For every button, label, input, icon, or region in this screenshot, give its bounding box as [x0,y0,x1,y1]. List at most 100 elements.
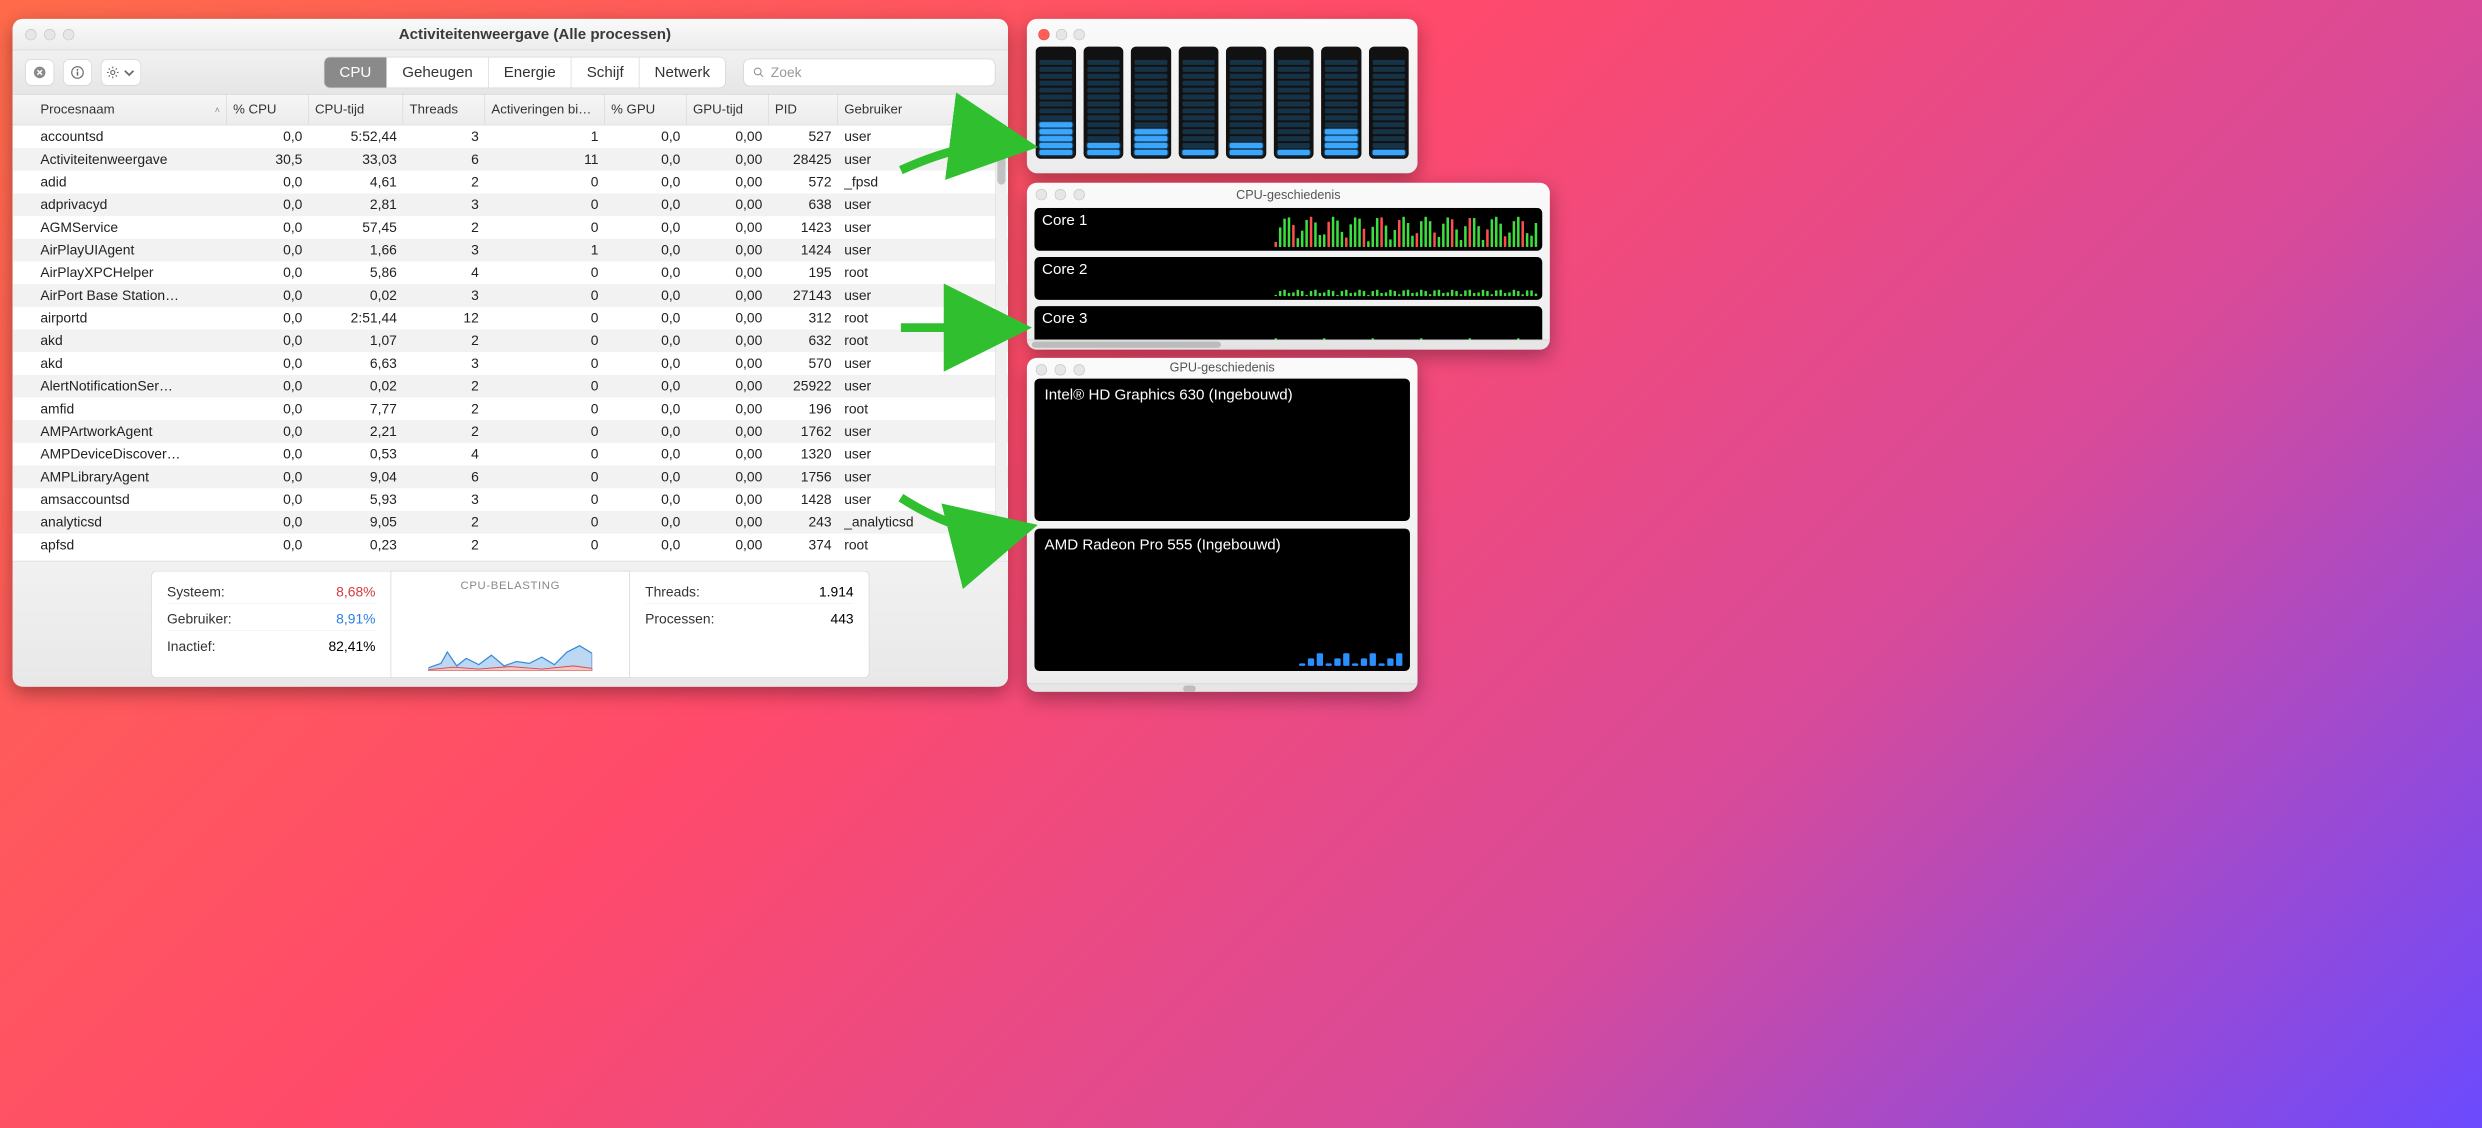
close-icon[interactable] [1036,364,1047,375]
meter-segment [1277,101,1309,106]
table-row[interactable]: amsaccountsd0,05,93300,00,001428user [13,488,1008,511]
gpu-history-window: GPU-geschiedenis Intel® HD Graphics 630 … [1027,358,1418,692]
core-meter [1226,47,1266,159]
table-row[interactable]: AirPlayUIAgent0,01,66310,00,001424user [13,239,1008,262]
table-row[interactable]: accountsd0,05:52,44310,00,00527user [13,125,1008,148]
stop-process-button[interactable] [25,59,54,85]
table-header: Procesnaam˄% CPUCPU-tijdThreadsActiverin… [13,95,1008,126]
table-row[interactable]: airportd0,02:51,441200,00,00312root [13,307,1008,330]
column-header[interactable]: Activeringen bi… [485,95,605,125]
meter-segment [1182,150,1214,155]
table-row[interactable]: AMPDeviceDiscover…0,00,53400,00,001320us… [13,443,1008,466]
cell: 0,0 [227,310,309,326]
tab-geheugen[interactable]: Geheugen [387,57,488,87]
close-icon[interactable] [25,29,36,40]
scrollbar-thumb[interactable] [997,128,1005,185]
search-input[interactable] [771,64,986,80]
column-header[interactable]: GPU-tijd [687,95,769,125]
table-row[interactable]: AMPLibraryAgent0,09,04600,00,001756user [13,466,1008,489]
meter-segment [1372,95,1404,100]
meter-segment [1325,81,1357,86]
tab-netwerk[interactable]: Netwerk [639,57,725,87]
column-header[interactable]: Gebruiker [838,95,933,125]
minimize-icon[interactable] [1056,29,1067,40]
table-row[interactable]: adid0,04,61200,00,00572_fpsd [13,171,1008,194]
zoom-icon[interactable] [1074,364,1085,375]
meter-segment [1182,95,1214,100]
cell: 374 [769,537,838,553]
table-row[interactable]: AGMService0,057,45200,00,001423user [13,216,1008,239]
cell: 5,93 [309,491,404,507]
cell: root [838,310,933,326]
table-row[interactable]: AirPlayXPCHelper0,05,86400,00,00195root [13,261,1008,284]
zoom-icon[interactable] [1074,189,1085,200]
tab-cpu[interactable]: CPU [324,57,387,87]
table-row[interactable]: Activiteitenweergave30,533,036110,00,002… [13,148,1008,171]
meter-segment [1230,95,1262,100]
options-menu-button[interactable] [101,59,141,85]
tab-schijf[interactable]: Schijf [572,57,640,87]
meter-segment [1040,143,1072,148]
meter-segment [1372,115,1404,120]
column-header[interactable]: PID [769,95,838,125]
meter-segment [1135,60,1167,65]
scrollbar-thumb[interactable] [1183,685,1196,691]
minimize-icon[interactable] [1055,364,1066,375]
meter-segment [1325,136,1357,141]
cell: user [838,242,933,258]
table-row[interactable]: apfsd0,00,23200,00,00374root [13,534,1008,557]
zoom-icon[interactable] [1074,29,1085,40]
meter-segment [1372,122,1404,127]
table-row[interactable]: AirPort Base Station…0,00,02300,00,00271… [13,284,1008,307]
meter-segment [1325,108,1357,113]
minimize-icon[interactable] [1055,189,1066,200]
table-row[interactable]: akd0,06,63300,00,00570user [13,352,1008,375]
search-field[interactable] [743,58,995,86]
cell: 0,00 [687,378,769,394]
table-row[interactable]: AlertNotificationSer…0,00,02200,00,00259… [13,375,1008,398]
cell: 572 [769,174,838,190]
column-header[interactable]: % GPU [605,95,687,125]
close-icon[interactable] [1036,189,1047,200]
meter-segment [1087,129,1119,134]
column-header[interactable]: Procesnaam˄ [13,95,227,125]
cell: 9,05 [309,514,404,530]
processes-value: 443 [831,611,854,627]
zoom-icon[interactable] [63,29,74,40]
tab-energie[interactable]: Energie [489,57,572,87]
table-row[interactable]: analyticsd0,09,05200,00,00243_analyticsd [13,511,1008,534]
cell: 3 [403,242,485,258]
cell: 0 [485,491,605,507]
close-icon[interactable] [1038,29,1049,40]
table-row[interactable]: akd0,01,07200,00,00632root [13,329,1008,352]
table-row[interactable]: amfid0,07,77200,00,00196root [13,398,1008,421]
cell: 1423 [769,219,838,235]
footer: Systeem:8,68% Gebruiker:8,91% Inactief:8… [13,561,1008,687]
cell: 0,0 [227,219,309,235]
info-button[interactable] [63,59,92,85]
cell: 0,0 [227,446,309,462]
meter-segment [1277,60,1309,65]
cell: 0,00 [687,287,769,303]
core-label: Core 2 [1042,261,1087,278]
horizontal-scrollbar[interactable] [1027,340,1550,350]
minimize-icon[interactable] [44,29,55,40]
column-header[interactable]: Threads [403,95,485,125]
scrollbar-thumb[interactable] [1032,341,1221,347]
horizontal-scrollbar[interactable] [1027,683,1418,691]
stop-icon [33,65,47,79]
process-table[interactable]: accountsd0,05:52,44310,00,00527userActiv… [13,125,1008,560]
cell: 0 [485,219,605,235]
meter-segment [1135,136,1167,141]
table-row[interactable]: adprivacyd0,02,81300,00,00638user [13,193,1008,216]
column-header[interactable]: % CPU [227,95,309,125]
cpu-load-chart: CPU-BELASTING [391,570,630,677]
meter-segment [1372,150,1404,155]
cell: 195 [769,265,838,281]
meter-segment [1325,74,1357,79]
idle-value: 82,41% [328,638,375,654]
vertical-scrollbar[interactable] [995,125,1006,560]
meter-segment [1230,129,1262,134]
table-row[interactable]: AMPArtworkAgent0,02,21200,00,001762user [13,420,1008,443]
column-header[interactable]: CPU-tijd [309,95,404,125]
